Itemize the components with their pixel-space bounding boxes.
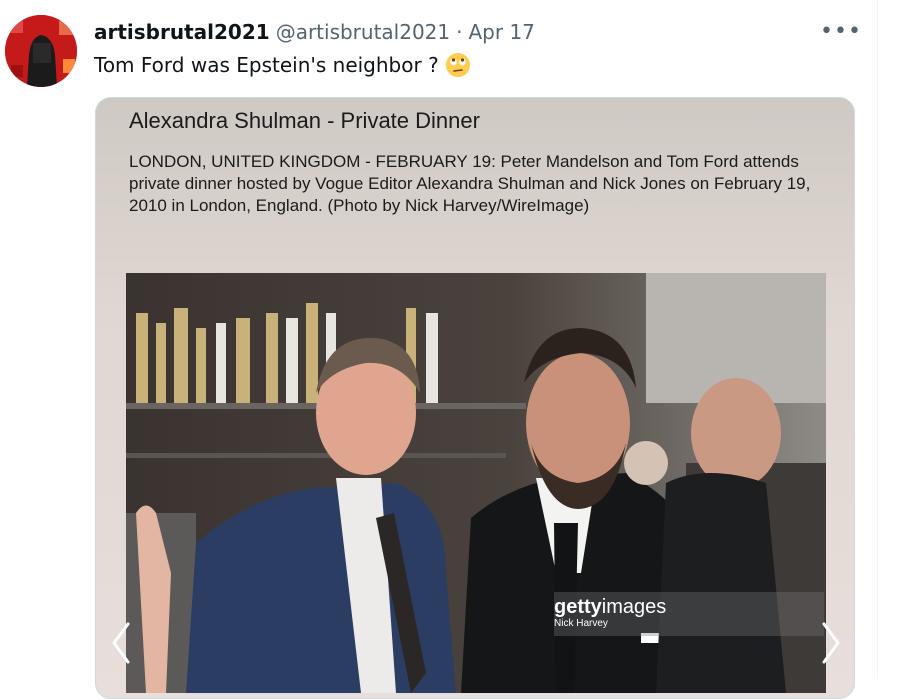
avatar[interactable] (5, 15, 77, 87)
face-with-rolling-eyes-emoji-icon (445, 52, 471, 78)
more-options-button[interactable]: ••• (820, 19, 861, 44)
watermark-credit: Nick Harvey (554, 618, 608, 629)
more-horizontal-icon: ••• (820, 18, 862, 44)
watermark-logo: gettyimages (554, 596, 667, 618)
tweet-text-content: Tom Ford was Epstein's neighbor ? (94, 53, 439, 77)
card-title: Alexandra Shulman - Private Dinner (129, 108, 480, 133)
chevron-right-icon[interactable] (816, 618, 846, 668)
card-caption: LONDON, UNITED KINGDOM - FEBRUARY 19: Pe… (129, 152, 811, 215)
getty-images-watermark: gettyimages Nick Harvey (554, 592, 824, 636)
chevron-left-icon[interactable] (106, 618, 136, 668)
display-name[interactable]: artisbrutal2021 (94, 20, 270, 44)
header-separator: · (456, 20, 463, 44)
tweet-date[interactable]: Apr 17 (469, 20, 535, 44)
user-handle[interactable]: @artisbrutal2021 (276, 20, 450, 44)
tweet-header: artisbrutal2021 @artisbrutal2021 · Apr 1… (94, 18, 535, 46)
timeline-divider (877, 0, 878, 679)
link-preview-card[interactable]: Alexandra Shulman - Private Dinner LONDO… (95, 97, 855, 699)
tweet-text: Tom Ford was Epstein's neighbor ? (94, 50, 471, 80)
